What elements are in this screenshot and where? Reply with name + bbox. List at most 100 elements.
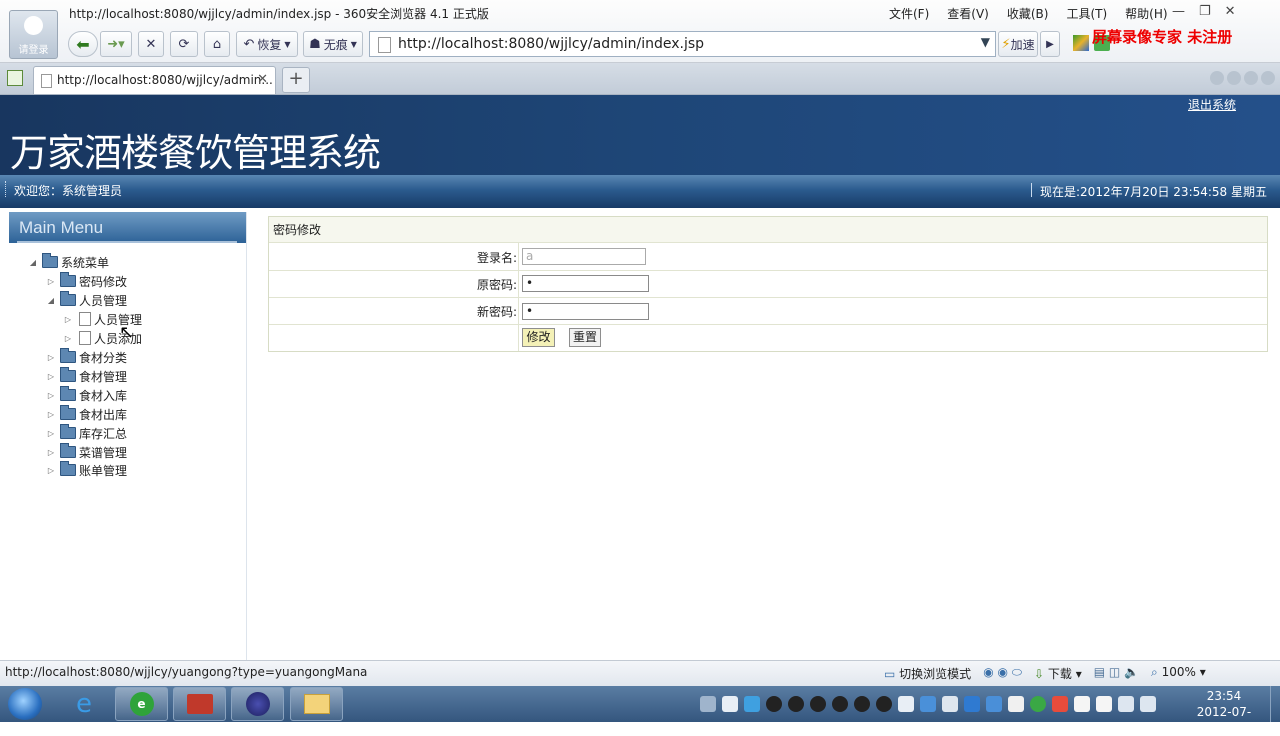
expanded-triangle-icon[interactable]: ◢ <box>28 258 38 267</box>
sidebar-toggle-icon[interactable] <box>7 70 23 86</box>
tray-app-icon[interactable] <box>744 696 760 712</box>
taskbar-toolbox[interactable] <box>173 687 226 721</box>
qq-icon[interactable] <box>876 696 892 712</box>
sidebar-item-menu-manage[interactable]: ▷ 菜谱管理 <box>46 443 127 461</box>
login-name-input[interactable]: a <box>522 248 646 265</box>
logout-link[interactable]: 退出系统 <box>1188 96 1236 113</box>
accelerate-button[interactable]: ⚡ 加速 <box>998 31 1038 57</box>
shield-icon[interactable] <box>986 696 1002 712</box>
collapsed-triangle-icon[interactable]: ▷ <box>46 391 56 400</box>
reset-button[interactable]: 重置 <box>569 328 601 347</box>
address-bar[interactable]: http://localhost:8080/wjjlcy/admin/index… <box>369 31 996 57</box>
expanded-triangle-icon[interactable]: ◢ <box>46 296 56 305</box>
collapsed-triangle-icon[interactable]: ▷ <box>46 372 56 381</box>
collapsed-triangle-icon[interactable]: ▷ <box>46 277 56 286</box>
old-password-input[interactable]: • <box>522 275 649 292</box>
download-button[interactable]: ⇩ 下载 ▾ <box>1034 665 1082 682</box>
tab-close-all-icon[interactable] <box>1261 71 1275 85</box>
new-tab-button[interactable]: + <box>282 67 310 93</box>
taskbar-360-browser[interactable]: e <box>115 687 168 721</box>
download-icon: ⇩ <box>1034 667 1045 681</box>
tree-label: 食材入库 <box>79 388 128 403</box>
tray-app-icon[interactable] <box>898 696 914 712</box>
status-icons[interactable]: ▤ ◫ 🔈 <box>1094 665 1139 682</box>
menu-tools[interactable]: 工具(T) <box>1066 5 1107 22</box>
collapsed-triangle-icon[interactable]: ▷ <box>46 410 56 419</box>
tray-app-icon[interactable] <box>1052 696 1068 712</box>
sidebar-item-password[interactable]: ▷ 密码修改 <box>46 272 127 290</box>
back-button[interactable]: ⬅ <box>68 31 98 57</box>
restore-tabs-button[interactable]: ↶ 恢复 ▼ <box>236 31 298 57</box>
sidebar-item-ingredient-manage[interactable]: ▷ 食材管理 <box>46 367 127 385</box>
menu-file[interactable]: 文件(F) <box>889 5 929 22</box>
form-row-login: 登录名: <box>269 243 1267 271</box>
clock-date: 2012-07-20 <box>1196 705 1252 735</box>
go-button[interactable]: ▶ <box>1040 31 1060 57</box>
taskbar-eclipse[interactable] <box>231 687 284 721</box>
sync-icon[interactable] <box>1030 696 1046 712</box>
submit-button[interactable]: 修改 <box>522 328 555 347</box>
close-icon[interactable]: ✕ <box>1225 4 1236 19</box>
qq-icon[interactable] <box>788 696 804 712</box>
sidebar-item-staff[interactable]: ◢ 人员管理 <box>46 291 127 309</box>
collapsed-triangle-icon[interactable]: ▷ <box>46 448 56 457</box>
sidebar-item-ingredient-in[interactable]: ▷ 食材入库 <box>46 386 127 404</box>
home-button[interactable]: ⌂ <box>204 31 230 57</box>
minimize-icon[interactable]: — <box>1172 4 1185 19</box>
collapsed-triangle-icon[interactable]: ▷ <box>46 353 56 362</box>
network-icon[interactable] <box>1118 696 1134 712</box>
sidebar-item-ingredient-category[interactable]: ▷ 食材分类 <box>46 348 127 366</box>
forward-button[interactable]: ➜▾ <box>100 31 132 57</box>
new-password-input[interactable]: • <box>522 303 649 320</box>
menu-favorites[interactable]: 收藏(B) <box>1007 5 1049 22</box>
qq-icon[interactable] <box>810 696 826 712</box>
tab-active[interactable]: http://localhost:8080/wjjlcy/admin... ✕ <box>33 66 276 94</box>
qq-icon[interactable] <box>766 696 782 712</box>
sidebar-item-bill-manage[interactable]: ▷ 账单管理 <box>46 461 127 479</box>
collapsed-triangle-icon[interactable]: ▷ <box>63 315 73 324</box>
taskbar-explorer[interactable] <box>290 687 343 721</box>
tray-app-icon[interactable] <box>942 696 958 712</box>
collapsed-triangle-icon[interactable]: ▷ <box>46 466 56 475</box>
chevron-down-icon[interactable]: ▼ <box>981 35 990 49</box>
old-password-label: 原密码: <box>476 278 517 292</box>
chevron-down-icon: ▼ <box>284 39 291 49</box>
incognito-button[interactable]: ☗ 无痕 ▼ <box>303 31 363 57</box>
refresh-button[interactable]: ⟳ <box>170 31 198 57</box>
switch-mode-button[interactable]: ▭ 切换浏览模式 <box>884 665 971 682</box>
tree-label: 密码修改 <box>79 274 128 289</box>
menu-view[interactable]: 查看(V) <box>947 5 989 22</box>
tray-app-icon[interactable] <box>722 696 738 712</box>
tray-app-icon[interactable] <box>1008 696 1024 712</box>
keyboard-icon[interactable] <box>700 696 716 712</box>
volume-icon[interactable] <box>1140 696 1156 712</box>
qq-icon[interactable] <box>854 696 870 712</box>
engine-toggle[interactable]: ◉ ◉ ⬭ <box>983 665 1022 682</box>
show-desktop-button[interactable] <box>1270 686 1280 722</box>
system-title: 万家酒楼餐饮管理系统 <box>10 131 381 175</box>
menu-help[interactable]: 帮助(H) <box>1125 5 1167 22</box>
divider <box>518 270 519 297</box>
restore-icon[interactable]: ❐ <box>1199 4 1211 19</box>
collapsed-triangle-icon[interactable]: ▷ <box>63 334 73 343</box>
tab-close-icon[interactable]: ✕ <box>257 72 268 87</box>
flag-icon[interactable] <box>1074 696 1090 712</box>
taskbar-clock[interactable]: 23:54 2012-07-20 <box>1192 688 1256 736</box>
collapsed-triangle-icon[interactable]: ▷ <box>46 429 56 438</box>
qq-icon[interactable] <box>832 696 848 712</box>
shield-icon[interactable] <box>964 696 980 712</box>
ie-icon[interactable]: e <box>67 688 101 720</box>
tree-root[interactable]: ◢ 系统菜单 <box>28 253 109 271</box>
tab-next-icon[interactable] <box>1227 71 1241 85</box>
tray-app-icon[interactable] <box>920 696 936 712</box>
tab-list-icon[interactable] <box>1244 71 1258 85</box>
tray-app-icon[interactable] <box>1096 696 1112 712</box>
login-avatar[interactable]: 请登录 <box>9 10 58 59</box>
cube-icon[interactable] <box>1073 35 1089 51</box>
sidebar-item-ingredient-out[interactable]: ▷ 食材出库 <box>46 405 127 423</box>
tab-prev-icon[interactable] <box>1210 71 1224 85</box>
sidebar-item-stock-summary[interactable]: ▷ 库存汇总 <box>46 424 127 442</box>
zoom-control[interactable]: ⌕ 100% ▾ <box>1151 665 1206 682</box>
start-button-icon[interactable] <box>8 688 42 720</box>
stop-button[interactable]: ✕ <box>138 31 164 57</box>
